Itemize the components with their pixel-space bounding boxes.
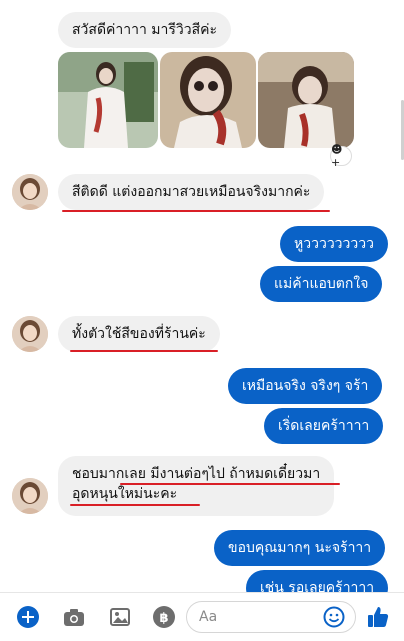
chat-thread: สวัสดีค่าาาา มารีวิวสีค่ะ ☻+ สีติดดี แต่…: [0, 0, 404, 592]
outgoing-message[interactable]: เช่น รอเลยคร้าาาา: [246, 570, 389, 592]
svg-text:฿: ฿: [159, 611, 168, 626]
red-underline: [120, 483, 340, 485]
baht-coin-icon[interactable]: ฿: [150, 603, 178, 631]
smiley-icon[interactable]: [320, 603, 348, 631]
thumbs-up-icon[interactable]: [364, 603, 392, 631]
message-line: ชอบมากเลย มีงานต่อๆไป ถ้าหมดเดี๋ยวมา: [72, 466, 321, 482]
image-icon[interactable]: [106, 603, 134, 631]
photo-attachment-2[interactable]: [160, 52, 256, 148]
photo-attachment-3[interactable]: [258, 52, 354, 148]
avatar[interactable]: [12, 478, 48, 514]
red-underline: [70, 350, 218, 352]
outgoing-message[interactable]: หูววววววววว: [280, 226, 388, 262]
composer-toolbar: ฿: [0, 592, 404, 641]
outgoing-message[interactable]: ขอบคุณมากๆ นะจร้าาา: [214, 530, 386, 566]
message-input[interactable]: [197, 608, 321, 626]
avatar[interactable]: [12, 174, 48, 210]
incoming-message[interactable]: สวัสดีค่าาาา มารีวิวสีค่ะ: [58, 12, 232, 48]
incoming-message[interactable]: สีติดดี แต่งออกมาสวยเหมือนจริงมากค่ะ: [58, 174, 325, 210]
avatar[interactable]: [12, 316, 48, 352]
red-underline: [62, 210, 330, 212]
red-underline: [70, 504, 200, 506]
outgoing-message[interactable]: เหมือนจริง จริงๆ จร้า: [228, 368, 383, 404]
add-reaction-icon[interactable]: ☻+: [330, 143, 352, 169]
incoming-message[interactable]: ทั้งตัวใช้สีของที่ร้านค่ะ: [58, 316, 220, 352]
outgoing-message[interactable]: แม่ค้าแอบตกใจ: [260, 266, 383, 302]
incoming-message[interactable]: ชอบมากเลย มีงานต่อๆไป ถ้าหมดเดี๋ยวมา อุด…: [58, 456, 335, 516]
camera-icon[interactable]: [60, 603, 88, 631]
photo-attachment-1[interactable]: [58, 52, 158, 148]
outgoing-message[interactable]: เริ่ดเลยคร้าาาา: [264, 408, 384, 444]
message-line: อุดหนุนใหม่นะคะ: [72, 486, 178, 502]
plus-circle-icon[interactable]: [14, 603, 42, 631]
